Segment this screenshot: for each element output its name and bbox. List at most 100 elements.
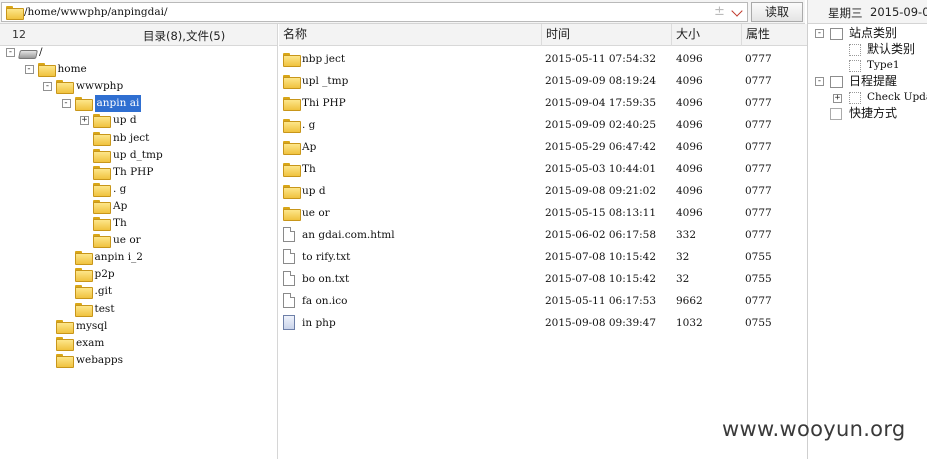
folder-icon (93, 131, 111, 146)
check-update-node[interactable]: Check Upda (867, 89, 927, 106)
folder-icon (74, 251, 93, 266)
type1-node[interactable]: Type1 (867, 57, 900, 74)
tree-node-label: up d (113, 114, 137, 127)
expand-icon[interactable]: + (80, 116, 89, 126)
file-name: upl _tmp (302, 75, 349, 87)
file-name: fa on.ico (302, 295, 348, 307)
tree-node-label: Th (113, 217, 127, 229)
date-header: 星期三 2015-09-09 (808, 0, 927, 24)
column-size[interactable]: 大小 (672, 24, 742, 46)
folder-icon (283, 185, 301, 199)
read-button[interactable]: 读取 (751, 2, 803, 22)
tree-node-label: Th PHP (113, 165, 154, 178)
column-time[interactable]: 时间 (542, 24, 672, 46)
file-time: 2015-09-09 02:40:25 (545, 119, 657, 131)
tree-node-label: Ap (113, 199, 128, 212)
file-name: bo on.txt (302, 273, 350, 285)
file-time: 2015-09-08 09:21:02 (545, 185, 657, 197)
file-row[interactable]: fa on.ico 2015-05-11 06:17:53 9662 0777 (279, 290, 807, 312)
tree-node-label: anpin ai (94, 95, 142, 113)
column-name[interactable]: 名称 (279, 24, 542, 46)
chevron-down-icon[interactable] (731, 5, 743, 17)
file-time: 2015-06-02 06:17:58 (545, 229, 657, 241)
folder-icon (283, 53, 301, 67)
file-time: 2015-05-15 08:13:11 (545, 207, 657, 219)
folder-icon (6, 6, 24, 20)
file-row[interactable]: nbp ject 2015-05-11 07:54:32 4096 0777 (279, 48, 807, 70)
tree-node-label: / (39, 46, 43, 58)
calendar-icon (830, 76, 843, 88)
right-panel: 星期三 2015-09-09 - 站点类别 默认类别 Type1 - 日程提醒 … (807, 0, 927, 459)
folder-icon (283, 207, 301, 221)
folder-icon (93, 182, 111, 197)
file-time: 2015-05-29 06:47:42 (545, 141, 657, 153)
folder-icon (93, 234, 111, 249)
default-category-node[interactable]: 默认类别 (867, 41, 915, 58)
default-category-icon (849, 44, 861, 56)
tree-node-label: up d_tmp (113, 148, 163, 161)
tree-node-label: p2p (94, 268, 115, 281)
file-time: 2015-09-08 09:39:47 (545, 317, 657, 329)
tree-node-label: exam (76, 336, 105, 349)
tree-node-label: nb ject (113, 131, 150, 144)
tree-node-label: anpin i_2 (94, 251, 144, 264)
tree-node-label: ue or (113, 234, 141, 247)
file-attr: 0777 (745, 163, 772, 175)
file-row[interactable]: . g 2015-09-09 02:40:25 4096 0777 (279, 114, 807, 136)
file-attr: 0777 (745, 295, 772, 307)
column-attr[interactable]: 属性 (742, 24, 807, 46)
file-size: 4096 (676, 53, 703, 65)
collapse-icon[interactable]: - (6, 48, 15, 57)
directory-tree: 12 目录(8),文件(5) - / - home - wwwphp - anpin ai + u… (0, 24, 278, 459)
file-size: 4096 (676, 75, 703, 87)
file-row[interactable]: an gdai.com.html 2015-06-02 06:17:58 332 07… (279, 224, 807, 246)
weekday-label: 星期三 (828, 6, 863, 20)
php-file-icon (283, 315, 295, 330)
file-size: 4096 (676, 207, 703, 219)
file-name: nbp ject (302, 53, 346, 65)
file-attr: 0755 (745, 317, 772, 329)
schedule-expander[interactable]: - (815, 77, 824, 86)
plus-icon[interactable]: ± (714, 4, 725, 19)
path-input[interactable]: /home/wwwphp/anpingdai/ (24, 6, 168, 18)
file-name: an gdai.com.html (302, 229, 395, 241)
file-name: to rify.txt (302, 251, 351, 263)
folder-icon (74, 97, 93, 112)
folder-icon (56, 353, 74, 368)
collapse-icon[interactable]: - (24, 65, 34, 75)
folder-icon (56, 319, 74, 334)
file-attr: 0777 (745, 97, 772, 109)
file-row[interactable]: ue or 2015-05-15 08:13:11 4096 0777 (279, 202, 807, 224)
file-size: 1032 (676, 317, 703, 329)
file-size: 332 (676, 229, 697, 241)
collapse-icon[interactable]: - (61, 99, 71, 109)
file-row[interactable]: up d 2015-09-08 09:21:02 4096 0777 (279, 180, 807, 202)
file-row[interactable]: in php 2015-09-08 09:39:47 1032 0755 (279, 312, 807, 334)
file-size: 4096 (676, 185, 703, 197)
collapse-icon[interactable]: - (43, 82, 52, 92)
file-row[interactable]: Ap 2015-05-29 06:47:42 4096 0777 (279, 136, 807, 158)
file-name: Ap (302, 141, 317, 153)
schedule-node[interactable]: 日程提醒 (849, 73, 897, 90)
file-row[interactable]: Th 2015-05-03 10:44:01 4096 0777 (279, 158, 807, 180)
folder-icon (74, 302, 93, 317)
file-time: 2015-05-03 10:44:01 (545, 163, 657, 175)
site-category-expander[interactable]: - (815, 29, 824, 38)
file-time: 2015-07-08 10:15:42 (545, 273, 657, 285)
file-time: 2015-09-09 08:19:24 (545, 75, 657, 87)
file-row[interactable]: upl _tmp 2015-09-09 08:19:24 4096 0777 (279, 70, 807, 92)
file-row[interactable]: to rify.txt 2015-07-08 10:15:42 32 0755 (279, 246, 807, 268)
shortcuts-node[interactable]: 快捷方式 (849, 105, 897, 122)
folder-icon (93, 199, 111, 214)
check-update-expander[interactable]: + (833, 94, 842, 103)
path-combobox[interactable]: /home/wwwphp/anpingdai/ ± (1, 2, 748, 22)
file-attr: 0777 (745, 229, 772, 241)
tree-header-summary: 目录(8),文件(5) (143, 29, 226, 43)
tree-node-label: test (94, 302, 115, 315)
folder-icon (93, 165, 111, 180)
file-row[interactable]: bo on.txt 2015-07-08 10:15:42 32 0755 (279, 268, 807, 290)
file-row[interactable]: Thi PHP 2015-09-04 17:59:35 4096 0777 (279, 92, 807, 114)
site-category-node[interactable]: 站点类别 (849, 25, 897, 42)
file-size: 4096 (676, 97, 703, 109)
file-attr: 0777 (745, 185, 772, 197)
